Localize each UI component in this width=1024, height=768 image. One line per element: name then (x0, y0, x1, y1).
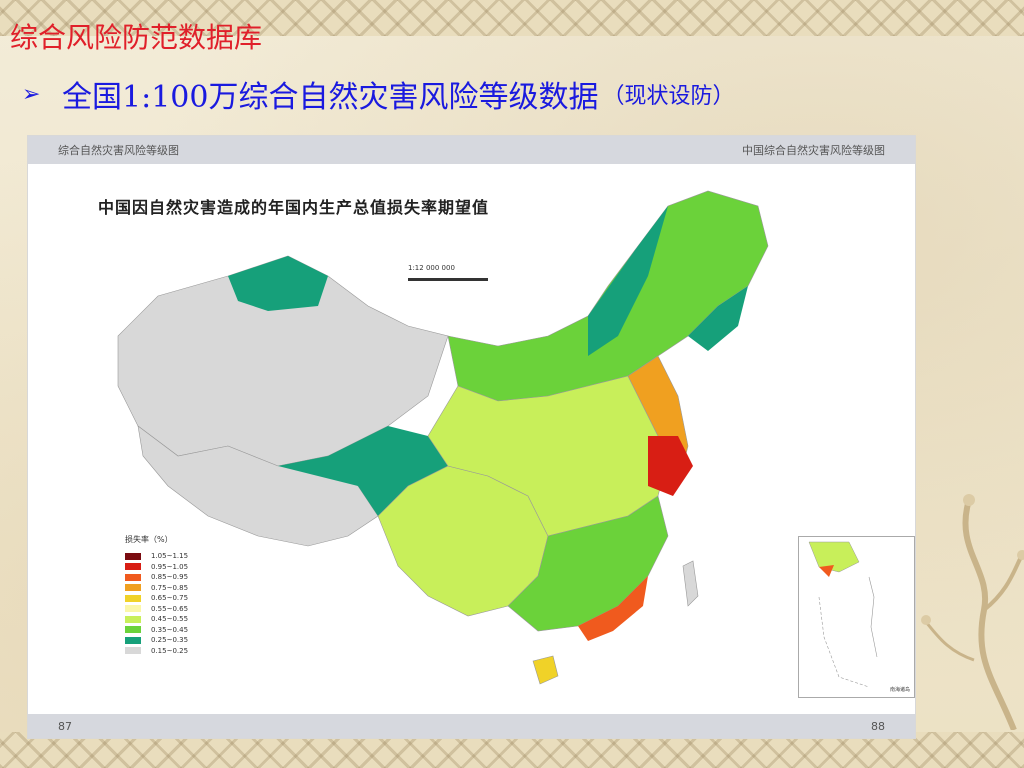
legend-title: 损失率（%） (125, 535, 173, 544)
subtitle-line: ➢ 全国1:100万综合自然灾害风险等级数据 （现状设防） (22, 72, 734, 116)
subtitle-main: 全国1:100万综合自然灾害风险等级数据 (62, 80, 599, 115)
inset-caption: 南海诸岛 (889, 687, 910, 693)
map-region-hainan (532, 655, 559, 685)
map-scale-text: 1:12 000 000 (408, 264, 455, 272)
legend-label: 0.55~0.65 (151, 604, 189, 613)
page-number-left: 87 (58, 719, 72, 733)
legend-item: 0.15~0.25 (125, 646, 188, 657)
legend-label: 0.25~0.35 (151, 636, 189, 645)
legend-swatch (125, 584, 141, 592)
legend-label: 1.05~1.15 (151, 552, 189, 561)
legend-label: 0.65~0.75 (151, 594, 189, 603)
legend-swatch (125, 594, 141, 602)
legend-item: 0.45~0.55 (125, 614, 188, 625)
map-region-taiwan (682, 560, 699, 607)
legend-item: 0.35~0.45 (125, 625, 188, 636)
legend-swatch (125, 573, 141, 581)
legend-label: 0.75~0.85 (151, 583, 189, 592)
legend-label: 0.35~0.45 (151, 625, 189, 634)
legend-swatch (125, 647, 141, 655)
south-china-sea-inset: 南海诸岛 (798, 536, 915, 698)
inset-map (808, 541, 878, 688)
map-legend: 损失率（%） 1.05~1.15 0.95~1.05 0.85~0.95 0.75~0… (125, 534, 188, 656)
slide-title: 综合风险防范数据库 (10, 21, 263, 54)
plum-branch-decoration (921, 494, 1024, 730)
map-scale-bar (408, 278, 488, 281)
legend-label: 0.45~0.55 (151, 615, 189, 624)
legend-swatch (125, 605, 141, 613)
map-panel: 综合自然灾害风险等级图 中国综合自然灾害风险等级图 中国因自然灾害造成的年国内生… (27, 135, 916, 739)
legend-item: 0.75~0.85 (125, 583, 188, 594)
legend-label: 0.95~1.05 (151, 562, 189, 571)
map-footer: 87 88 (28, 714, 915, 738)
legend-item: 0.85~0.95 (125, 572, 188, 583)
legend-item: 0.95~1.05 (125, 562, 188, 573)
legend-swatch (125, 552, 141, 560)
legend-label: 0.15~0.25 (151, 646, 189, 655)
legend-item: 0.55~0.65 (125, 604, 188, 615)
legend-swatch (125, 626, 141, 634)
legend-item: 0.25~0.35 (125, 635, 188, 646)
map-title: 中国因自然灾害造成的年国内生产总值损失率期望值 (98, 198, 490, 217)
legend-label: 0.85~0.95 (151, 573, 189, 582)
legend-swatch (125, 615, 141, 623)
legend-item: 0.65~0.75 (125, 593, 188, 604)
legend-swatch (125, 563, 141, 571)
subtitle-note: （现状设防） (602, 84, 735, 109)
bullet-arrow-icon: ➢ (22, 81, 41, 107)
page-number-right: 88 (871, 719, 885, 733)
map-scale: 1:12 000 000 (408, 264, 488, 281)
legend-swatch (125, 636, 141, 644)
legend-item: 1.05~1.15 (125, 551, 188, 562)
